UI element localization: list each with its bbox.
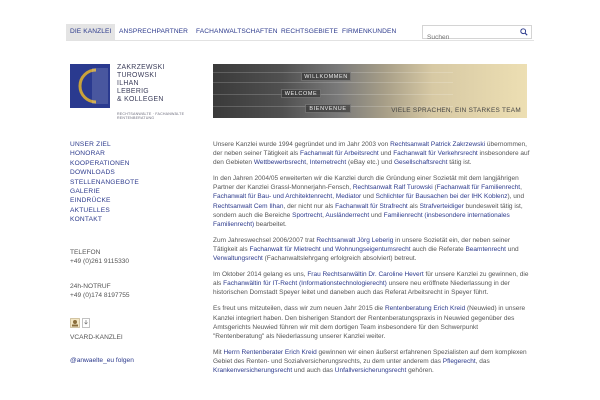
content-text: tätig ist. <box>447 159 472 167</box>
nav-ansprechpartner[interactable]: ANSPRECHPARTNER <box>119 24 188 40</box>
content-link[interactable]: Fachanwalt für Bau- und Architektenrecht <box>213 193 332 200</box>
content-link[interactable]: Beamtenrecht <box>465 246 505 253</box>
content-text: bearbeitet. <box>254 220 287 228</box>
intro-paragraph: Unsere Kanzlei wurde 1994 gegründet und … <box>213 140 531 167</box>
logo-line: ILHAN <box>117 79 139 87</box>
content-text: , der nicht nur als <box>283 202 336 210</box>
sidebar-item-stellenangebote[interactable]: STELLENANGEBOTE <box>70 178 190 187</box>
download-icon[interactable] <box>82 318 90 328</box>
content-link[interactable]: Gesellschaftsrecht <box>394 159 447 166</box>
logo-sub-line: RENTENBERATUNG <box>117 116 155 121</box>
search-input[interactable] <box>423 31 517 44</box>
kreid-paragraph: Mit Herrn Rentenberater Erich Kreid gewi… <box>213 348 531 375</box>
content-link[interactable]: Schlichter für Bausachen bei der IHK Kob… <box>376 193 508 200</box>
twitter-link[interactable]: @anwaelte_eu folgen <box>70 356 134 365</box>
search-icon[interactable] <box>520 28 528 36</box>
logo-line: LEBERIG <box>117 87 149 95</box>
sidebar-item-aktuelles[interactable]: AKTUELLES <box>70 206 190 215</box>
content-text: und auch das <box>292 366 335 374</box>
vcard-icon[interactable] <box>70 318 80 328</box>
content-link[interactable]: Verwaltungsrecht <box>213 255 263 262</box>
sidebar-item-kontakt[interactable]: KONTAKT <box>70 215 190 224</box>
logo-line: & KOLLEGEN <box>117 95 164 103</box>
content-text: (Fachanwaltslehrgang erfolgreich absolvi… <box>262 255 417 263</box>
leberig-paragraph: Zum Jahreswechsel 2006/2007 trat Rechtsa… <box>213 236 531 263</box>
search-box <box>422 25 532 44</box>
logo-line: ZAKRZEWSKI <box>117 64 165 71</box>
sidebar-item-galerie[interactable]: GALERIE <box>70 187 190 196</box>
history-paragraph: In den Jahren 2004/05 erweiterten wir di… <box>213 174 531 229</box>
vcard-link[interactable]: VCARD-KANZLEI <box>70 333 123 342</box>
firm-logo[interactable]: ZAKRZEWSKI TUROWSKI ILHAN LEBERIG & KOLL… <box>70 64 200 120</box>
sidebar-item-unser-ziel[interactable]: UNSER ZIEL <box>70 140 190 149</box>
banner-tagline: VIELE SPRACHEN, EIN STARKES TEAM <box>391 107 521 114</box>
content-link[interactable]: Rentenberatung Erich Kreid <box>385 305 465 312</box>
notruf-value[interactable]: +49 (0)174 8197755 <box>70 291 130 300</box>
nav-fachanwaltschaften[interactable]: FACHANWALTSCHAFTEN <box>196 24 278 40</box>
content-link[interactable]: Fachanwältin für IT-Recht (Informationst… <box>223 280 387 287</box>
welcome-banner: WILLKOMMEN WELCOME BIENVENUE VIELE SPRAC… <box>213 64 527 118</box>
content-link[interactable]: Fachanwalt für Strafrecht <box>335 203 408 210</box>
telefon-block: TELEFON +49 (0)261 9115330 <box>70 248 129 267</box>
nav-rechtsgebiete[interactable]: RECHTSGEBIETE <box>281 24 338 40</box>
content-link[interactable]: Krankenversicherungsrecht <box>213 367 292 374</box>
sidebar-item-downloads[interactable]: DOWNLOADS <box>70 168 190 177</box>
sidebar-nav: UNSER ZIEL HONORAR KOOPERATIONEN DOWNLOA… <box>70 140 190 225</box>
content-link[interactable]: Fachanwalt für Mietrecht und Wohnungseig… <box>250 246 411 253</box>
content-link[interactable]: Frau Rechtsanwältin Dr. Caroline Hevert <box>307 271 423 278</box>
notruf-label: 24h-NOTRUF <box>70 283 111 290</box>
content-text: als <box>407 202 420 210</box>
content-text: und <box>361 193 376 201</box>
logo-line: TUROWSKI <box>117 71 157 79</box>
content-text: Mit <box>213 348 224 356</box>
logo-emblem-icon <box>70 64 110 108</box>
content-link[interactable]: Sportrecht <box>292 212 322 219</box>
banner-plate-willkommen: WILLKOMMEN <box>301 72 351 81</box>
content-text: Es freut uns mitzuteilen, dass wir zum n… <box>213 305 385 313</box>
telefon-value[interactable]: +49 (0)261 9115330 <box>70 257 129 266</box>
content-link[interactable]: Strafverteidiger <box>420 203 464 210</box>
content-text: , das <box>475 357 490 365</box>
content-text: und <box>378 150 394 158</box>
content-text: auch die Referate <box>410 245 466 253</box>
content-text: Zum Jahreswechsel 2006/2007 trat <box>213 236 317 244</box>
sidebar-item-honorar[interactable]: HONORAR <box>70 149 190 158</box>
nav-firmenkunden[interactable]: FIRMENKUNDEN <box>342 24 396 40</box>
content-link[interactable]: Internetrecht <box>310 159 347 166</box>
banner-plate-bienvenue: BIENVENUE <box>305 104 351 113</box>
content-link[interactable]: Ausländerrecht <box>325 212 369 219</box>
content-text: (eBay etc.) und <box>346 159 394 167</box>
content-link[interactable]: Fachanwalt für Arbeitsrecht <box>300 150 379 157</box>
content-link[interactable]: Fachanwalt für Familienrecht <box>437 184 520 191</box>
content-link[interactable]: Fachanwalt für Verkehrsrecht <box>393 150 478 157</box>
content-text: ), und <box>507 193 525 201</box>
hevert-paragraph: Im Oktober 2014 gelang es uns, Frau Rech… <box>213 270 531 297</box>
content-link[interactable]: Rechtsanwalt Jörg Leberig <box>316 237 393 244</box>
content-text: gehören. <box>406 366 434 374</box>
rentenberatung-paragraph: Es freut uns mitzuteilen, dass wir zum n… <box>213 304 531 340</box>
logo-name-lines: ZAKRZEWSKI TUROWSKI ILHAN LEBERIG & KOLL… <box>117 64 165 104</box>
content-link[interactable]: Herrn Rentenberater Erich Kreid <box>223 349 316 356</box>
content-text: Unsere Kanzlei wurde 1994 gegründet und … <box>213 141 391 148</box>
content-text: und <box>369 211 384 219</box>
logo-subtitle: RECHTSANWÄLTE · FACHANWÄLTE RENTENBERATU… <box>117 112 184 120</box>
banner-plate-welcome: WELCOME <box>281 89 321 98</box>
sidebar-item-kooperationen[interactable]: KOOPERATIONEN <box>70 159 190 168</box>
content-link[interactable]: Pflegerecht <box>443 358 476 365</box>
nav-die-kanzlei[interactable]: DIE KANZLEI <box>66 24 116 40</box>
content-link[interactable]: Rechtsanwalt Patrick Zakrzewski <box>390 141 485 148</box>
notruf-block: 24h-NOTRUF +49 (0)174 8197755 <box>70 282 130 301</box>
content-link[interactable]: Unfallversicherungsrecht <box>335 367 407 374</box>
content-link[interactable]: Mediator <box>336 193 361 200</box>
content-link[interactable]: Rechtsanwalt Ralf Turowski <box>353 184 433 191</box>
content-text: , <box>520 184 522 192</box>
sidebar-item-eindruecke[interactable]: EINDRÜCKE <box>70 196 190 205</box>
content-link[interactable]: Wettbewerbsrecht <box>254 159 306 166</box>
content-text: und <box>505 245 519 253</box>
content-link[interactable]: Rechtsanwalt Cem Ilhan <box>213 203 283 210</box>
telefon-label: TELEFON <box>70 249 101 256</box>
content-text: Im Oktober 2014 gelang es uns, <box>213 271 308 279</box>
main-content: Unsere Kanzlei wurde 1994 gegründet und … <box>213 140 531 382</box>
